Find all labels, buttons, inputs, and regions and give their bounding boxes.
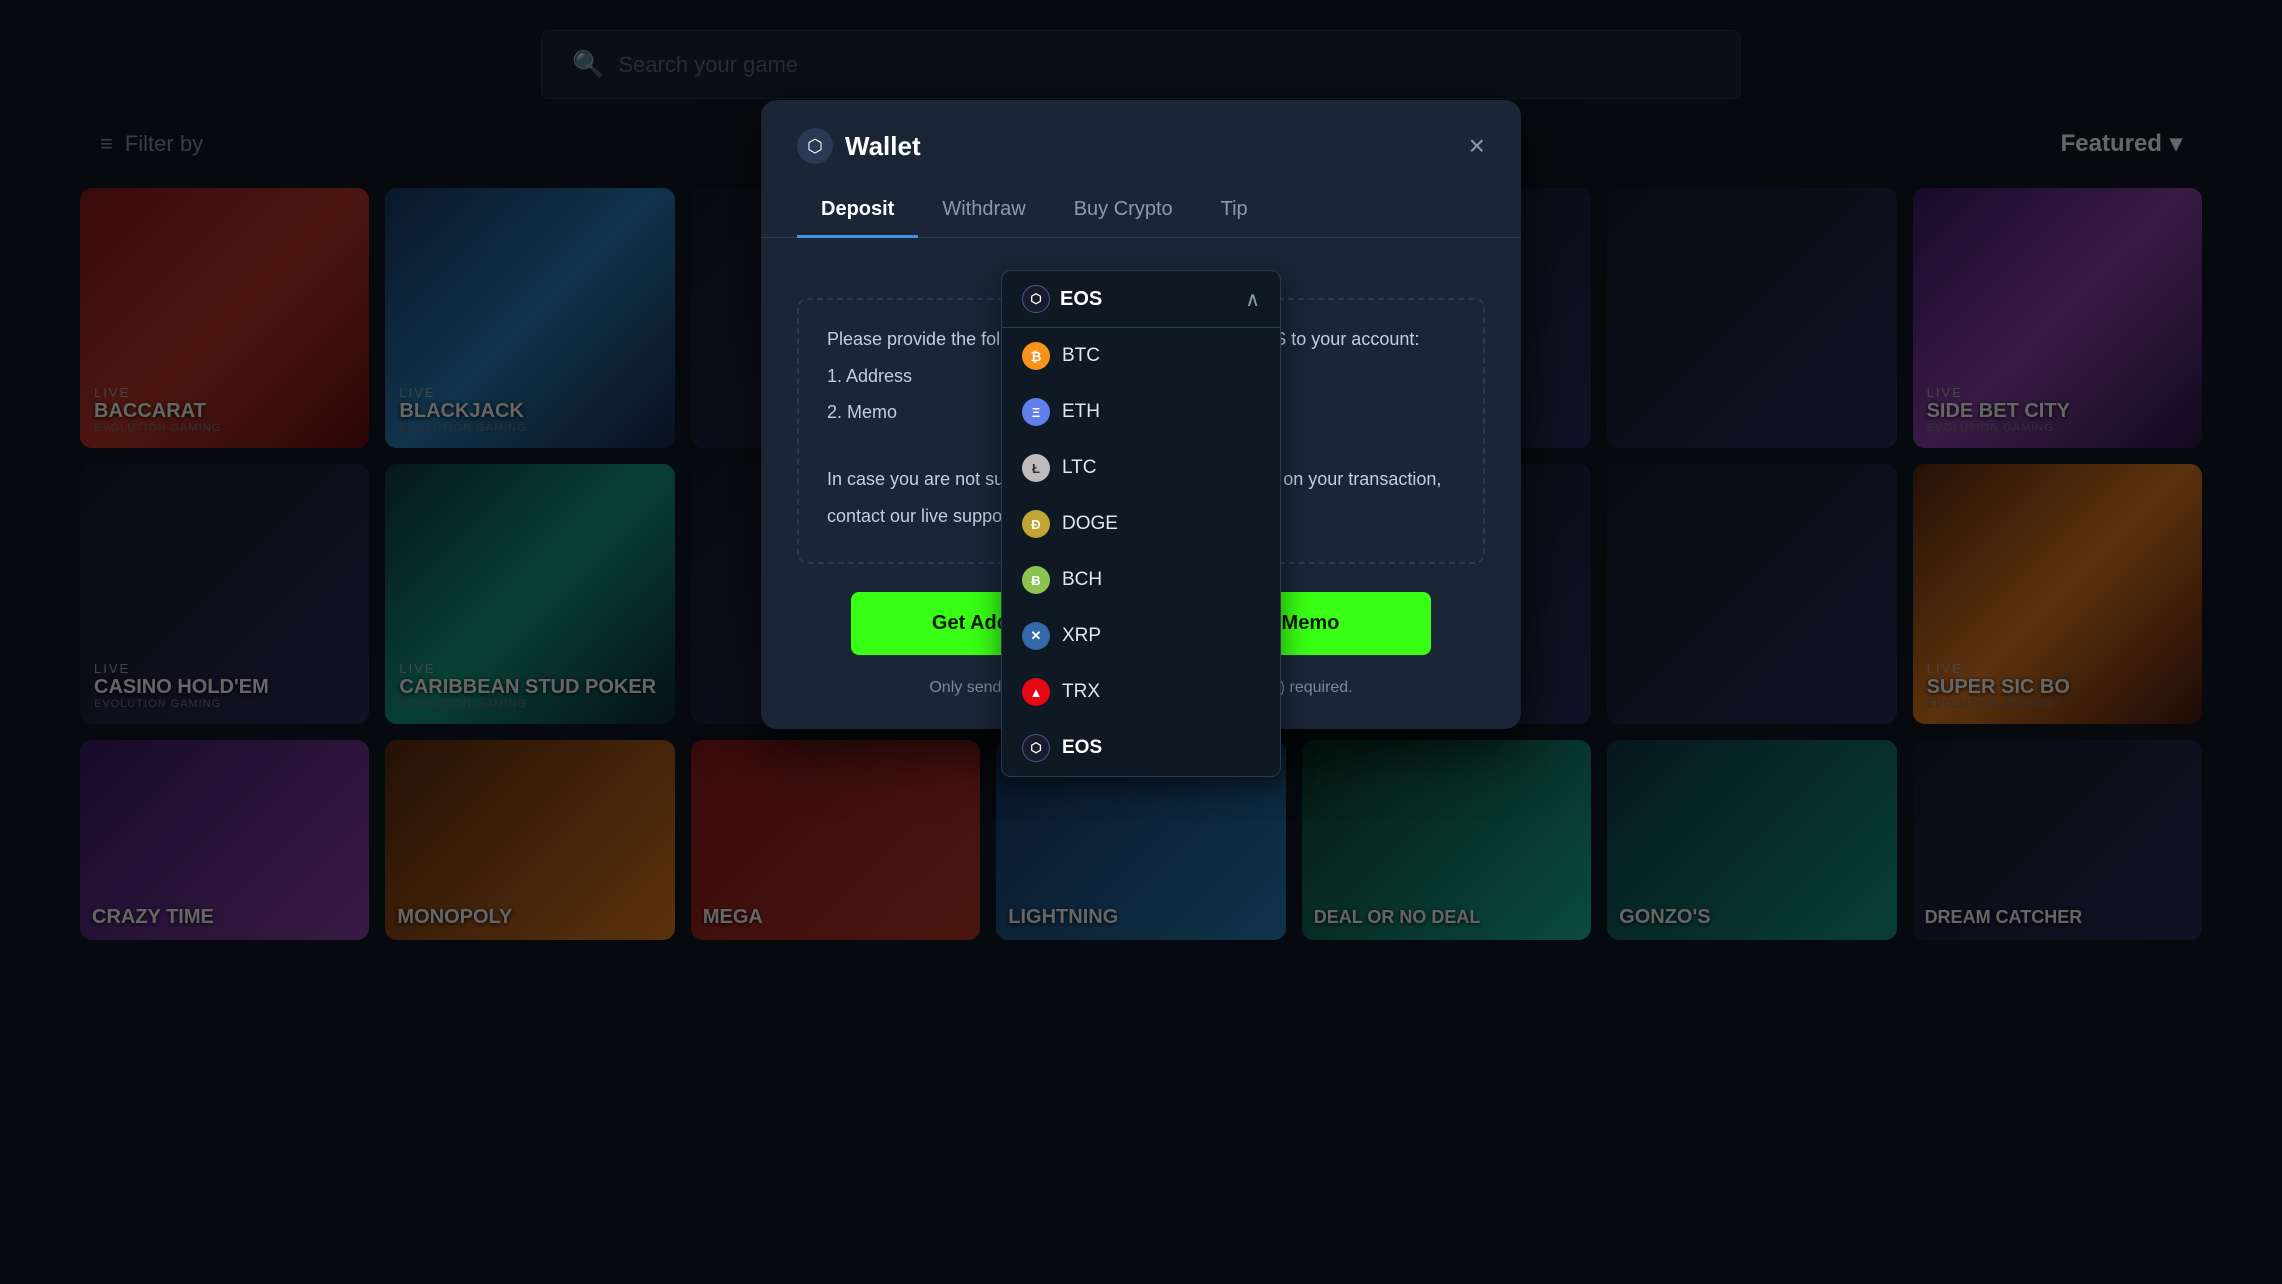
coin-label-trx: TRX — [1062, 681, 1100, 703]
coin-label-ltc: LTC — [1062, 457, 1096, 479]
wallet-icon-symbol: ⬡ — [807, 136, 823, 157]
dropdown-header[interactable]: ⬡ EOS ∧ — [1002, 271, 1280, 328]
coin-icon-bch: Ƀ — [1022, 566, 1050, 594]
dropdown-item-eth[interactable]: Ξ ETH — [1002, 384, 1280, 440]
modal-header: ⬡ Wallet × — [761, 100, 1521, 164]
coin-icon-btc: ₿ — [1022, 342, 1050, 370]
currency-dropdown: ⬡ EOS ∧ ₿ BTC Ξ ETH Ł LTC — [1001, 270, 1281, 777]
coin-icon-eos: ⬡ — [1022, 734, 1050, 762]
coin-label-doge: DOGE — [1062, 513, 1118, 535]
wallet-icon: ⬡ — [797, 128, 833, 164]
wallet-modal: ⬡ Wallet × Deposit Withdraw Buy Crypto T… — [761, 100, 1521, 729]
dropdown-header-inner: ⬡ EOS — [1022, 285, 1102, 313]
modal-body: ⬡ EOS ∧ ₿ BTC Ξ ETH Ł LTC — [761, 238, 1521, 729]
tab-buy-crypto[interactable]: Buy Crypto — [1050, 184, 1197, 238]
coin-icon-doge: Ð — [1022, 510, 1050, 538]
tab-withdraw[interactable]: Withdraw — [918, 184, 1049, 238]
dropdown-item-doge[interactable]: Ð DOGE — [1002, 496, 1280, 552]
coin-icon-trx: ▲ — [1022, 678, 1050, 706]
chevron-up-icon: ∧ — [1245, 287, 1260, 312]
dropdown-item-xrp[interactable]: ✕ XRP — [1002, 608, 1280, 664]
dropdown-item-trx[interactable]: ▲ TRX — [1002, 664, 1280, 720]
dropdown-item-eos[interactable]: ⬡ EOS — [1002, 720, 1280, 776]
tab-deposit[interactable]: Deposit — [797, 184, 918, 238]
coin-label-btc: BTC — [1062, 345, 1100, 367]
modal-tabs: Deposit Withdraw Buy Crypto Tip — [761, 164, 1521, 238]
modal-title: Wallet — [845, 131, 921, 162]
coin-label-xrp: XRP — [1062, 625, 1101, 647]
modal-title-wrap: ⬡ Wallet — [797, 128, 921, 164]
coin-icon-eth: Ξ — [1022, 398, 1050, 426]
coin-icon-xrp: ✕ — [1022, 622, 1050, 650]
dropdown-item-ltc[interactable]: Ł LTC — [1002, 440, 1280, 496]
coin-icon-ltc: Ł — [1022, 454, 1050, 482]
coin-label-bch: BCH — [1062, 569, 1102, 591]
dropdown-selected-icon: ⬡ — [1022, 285, 1050, 313]
dropdown-item-btc[interactable]: ₿ BTC — [1002, 328, 1280, 384]
dropdown-item-bch[interactable]: Ƀ BCH — [1002, 552, 1280, 608]
tab-tip[interactable]: Tip — [1197, 184, 1272, 238]
coin-label-eth: ETH — [1062, 401, 1100, 423]
coin-label-eos: EOS — [1062, 737, 1102, 759]
dropdown-selected-label: EOS — [1060, 288, 1102, 311]
modal-close-button[interactable]: × — [1469, 132, 1485, 160]
